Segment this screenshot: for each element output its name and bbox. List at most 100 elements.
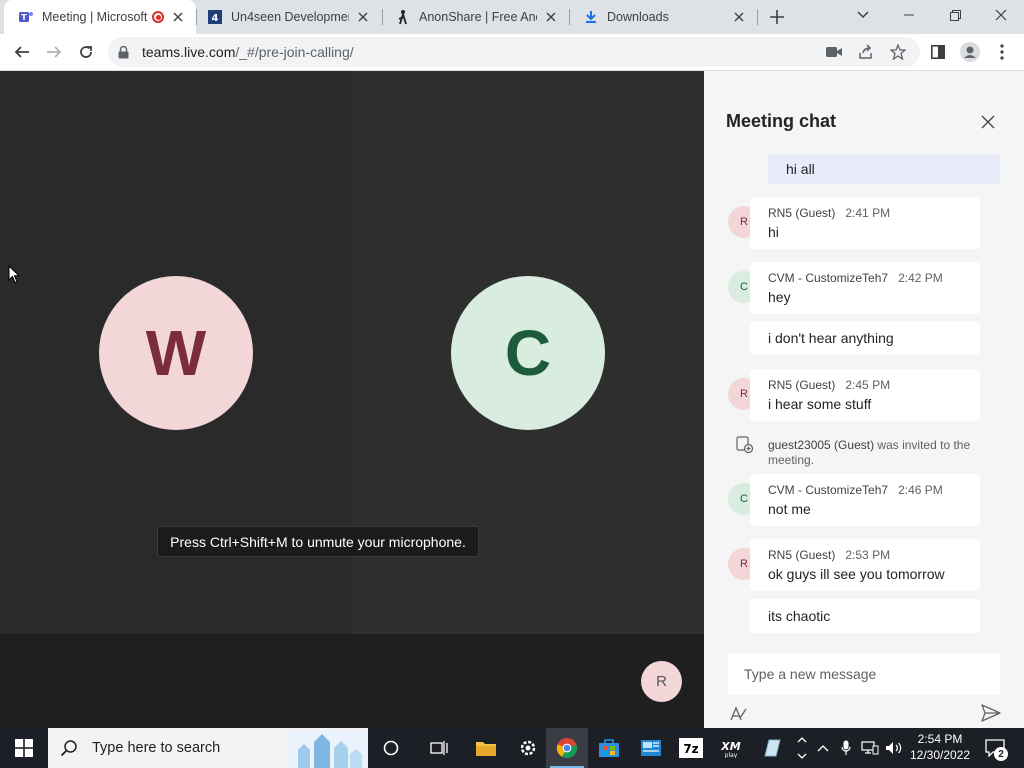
url-path: /_#/pre-join-calling/ xyxy=(235,44,354,60)
minimize-button[interactable] xyxy=(886,0,932,30)
forward-button[interactable] xyxy=(40,38,68,66)
message-text: not me xyxy=(768,501,811,517)
bookmark-star-icon[interactable] xyxy=(886,40,910,64)
chat-message[interactable]: CVM - CustomizeTeh7 2:42 PM hey xyxy=(750,262,980,314)
message-meta: RN5 (Guest) 2:41 PM xyxy=(768,206,970,220)
address-bar[interactable]: teams.live.com/_#/pre-join-calling/ xyxy=(108,37,920,67)
close-tab-icon[interactable] xyxy=(170,9,186,25)
chat-message-continuation[interactable]: its chaotic xyxy=(750,599,980,633)
microphone-in-use-icon[interactable] xyxy=(836,728,856,768)
system-message: guest23005 (Guest) was invited to the me… xyxy=(768,438,988,468)
chat-message[interactable]: RN5 (Guest) 2:41 PM hi xyxy=(750,197,980,249)
close-icon xyxy=(981,115,995,129)
new-tab-button[interactable] xyxy=(760,2,794,32)
tab-separator xyxy=(757,9,758,25)
message-time: 2:42 PM xyxy=(898,271,943,285)
7zip-button[interactable]: 7z xyxy=(670,728,712,768)
chat-panel-title: Meeting chat xyxy=(726,111,837,131)
profile-avatar-icon[interactable] xyxy=(958,40,982,64)
send-icon[interactable] xyxy=(980,703,1002,723)
sender-name: RN5 (Guest) xyxy=(768,206,836,220)
chat-message[interactable]: RN5 (Guest) 2:45 PM i hear some stuff xyxy=(750,369,980,421)
share-icon[interactable] xyxy=(854,40,878,64)
taskbar-clock[interactable]: 2:54 PM 12/30/2022 xyxy=(904,731,976,763)
chat-message[interactable]: RN5 (Guest) 2:53 PM ok guys ill see you … xyxy=(750,539,980,591)
svg-text:T: T xyxy=(21,13,27,22)
restore-button[interactable] xyxy=(932,0,978,30)
side-panel-icon[interactable] xyxy=(926,40,950,64)
store-icon xyxy=(599,739,619,757)
tab-meeting[interactable]: T Meeting | Microsoft xyxy=(4,0,196,34)
system-message-actor: guest23005 (Guest) xyxy=(768,438,875,452)
teams-icon: T xyxy=(18,9,34,25)
kebab-menu-icon[interactable] xyxy=(990,40,1014,64)
xm-play-button[interactable]: XM play xyxy=(710,728,752,768)
close-window-button[interactable] xyxy=(978,0,1024,30)
close-chat-button[interactable] xyxy=(978,112,998,132)
taskbar-search-box[interactable]: Type here to search xyxy=(48,728,368,768)
message-time: 2:41 PM xyxy=(845,206,891,220)
camera-in-use-icon[interactable] xyxy=(822,40,846,64)
message-meta: RN5 (Guest) 2:53 PM xyxy=(768,548,970,562)
close-tab-icon[interactable] xyxy=(355,9,371,25)
action-center-button[interactable]: 2 xyxy=(980,728,1010,768)
compose-message-input[interactable]: Type a new message xyxy=(728,653,1000,695)
app-button-blue[interactable] xyxy=(630,728,672,768)
self-avatar[interactable]: R xyxy=(641,661,682,702)
tab-anonshare[interactable]: AnonShare | Free Anon xyxy=(381,0,569,34)
clock-time: 2:54 PM xyxy=(917,732,963,746)
message-meta: CVM - CustomizeTeh7 2:42 PM xyxy=(768,271,970,285)
windows-taskbar: Type here to search 7z XM play 2:54 PM 1… xyxy=(0,728,1024,768)
chevron-up-icon xyxy=(797,737,807,743)
url-text: teams.live.com/_#/pre-join-calling/ xyxy=(142,44,354,60)
lock-icon xyxy=(118,45,132,59)
search-icon xyxy=(60,740,77,757)
file-explorer-button[interactable] xyxy=(465,728,507,768)
settings-button[interactable] xyxy=(507,728,549,768)
search-placeholder: Type here to search xyxy=(92,740,221,756)
start-button[interactable] xyxy=(0,728,48,768)
message-time: 2:46 PM xyxy=(898,483,943,497)
glass-app-icon xyxy=(764,739,781,757)
message-text: i don't hear anything xyxy=(768,330,894,346)
sender-name: CVM - CustomizeTeh7 xyxy=(768,483,889,497)
meeting-bottom-bar: R xyxy=(0,634,704,728)
volume-icon[interactable] xyxy=(882,728,906,768)
tab-un4seen[interactable]: 4 Un4seen Development xyxy=(193,0,381,34)
format-text-icon[interactable] xyxy=(728,703,748,723)
close-tab-icon[interactable] xyxy=(731,9,747,25)
task-view-icon xyxy=(430,741,448,755)
tab-search-button[interactable] xyxy=(840,0,886,30)
app-button-glass[interactable] xyxy=(750,728,792,768)
participant-avatar-w: W xyxy=(99,276,253,430)
store-button[interactable] xyxy=(588,728,630,768)
network-icon[interactable] xyxy=(858,728,882,768)
taskbar-scroll[interactable] xyxy=(792,728,812,768)
unmute-hint-toast: Press Ctrl+Shift+M to unmute your microp… xyxy=(157,526,479,557)
my-message: hi all xyxy=(768,154,1000,184)
tab-downloads[interactable]: Downloads xyxy=(569,0,757,34)
show-hidden-icons-button[interactable] xyxy=(812,728,834,768)
message-time: 2:53 PM xyxy=(845,548,891,562)
back-button[interactable] xyxy=(8,38,36,66)
participant-avatar-c: C xyxy=(451,276,605,430)
cortana-button[interactable] xyxy=(370,728,412,768)
chat-message-continuation[interactable]: i don't hear anything xyxy=(750,321,980,355)
cortana-circle-icon xyxy=(383,740,399,756)
message-meta: RN5 (Guest) 2:45 PM xyxy=(768,378,970,392)
browser-tab-strip: T Meeting | Microsoft 4 Un4seen Developm… xyxy=(0,0,1024,34)
task-view-button[interactable] xyxy=(418,728,460,768)
un4seen-icon: 4 xyxy=(207,9,223,25)
sender-name: RN5 (Guest) xyxy=(768,548,836,562)
person-add-icon xyxy=(736,436,754,454)
sender-name: CVM - CustomizeTeh7 xyxy=(768,271,889,285)
tab-title: Un4seen Development xyxy=(231,10,349,24)
recording-indicator-icon xyxy=(152,11,164,23)
windows-logo-icon xyxy=(15,739,33,757)
close-tab-icon[interactable] xyxy=(543,9,559,25)
screen: T Meeting | Microsoft 4 Un4seen Developm… xyxy=(0,0,1024,768)
reload-button[interactable] xyxy=(72,38,100,66)
chat-message[interactable]: CVM - CustomizeTeh7 2:46 PM not me xyxy=(750,474,980,526)
chrome-button[interactable] xyxy=(546,728,588,768)
message-text: i hear some stuff xyxy=(768,396,872,412)
